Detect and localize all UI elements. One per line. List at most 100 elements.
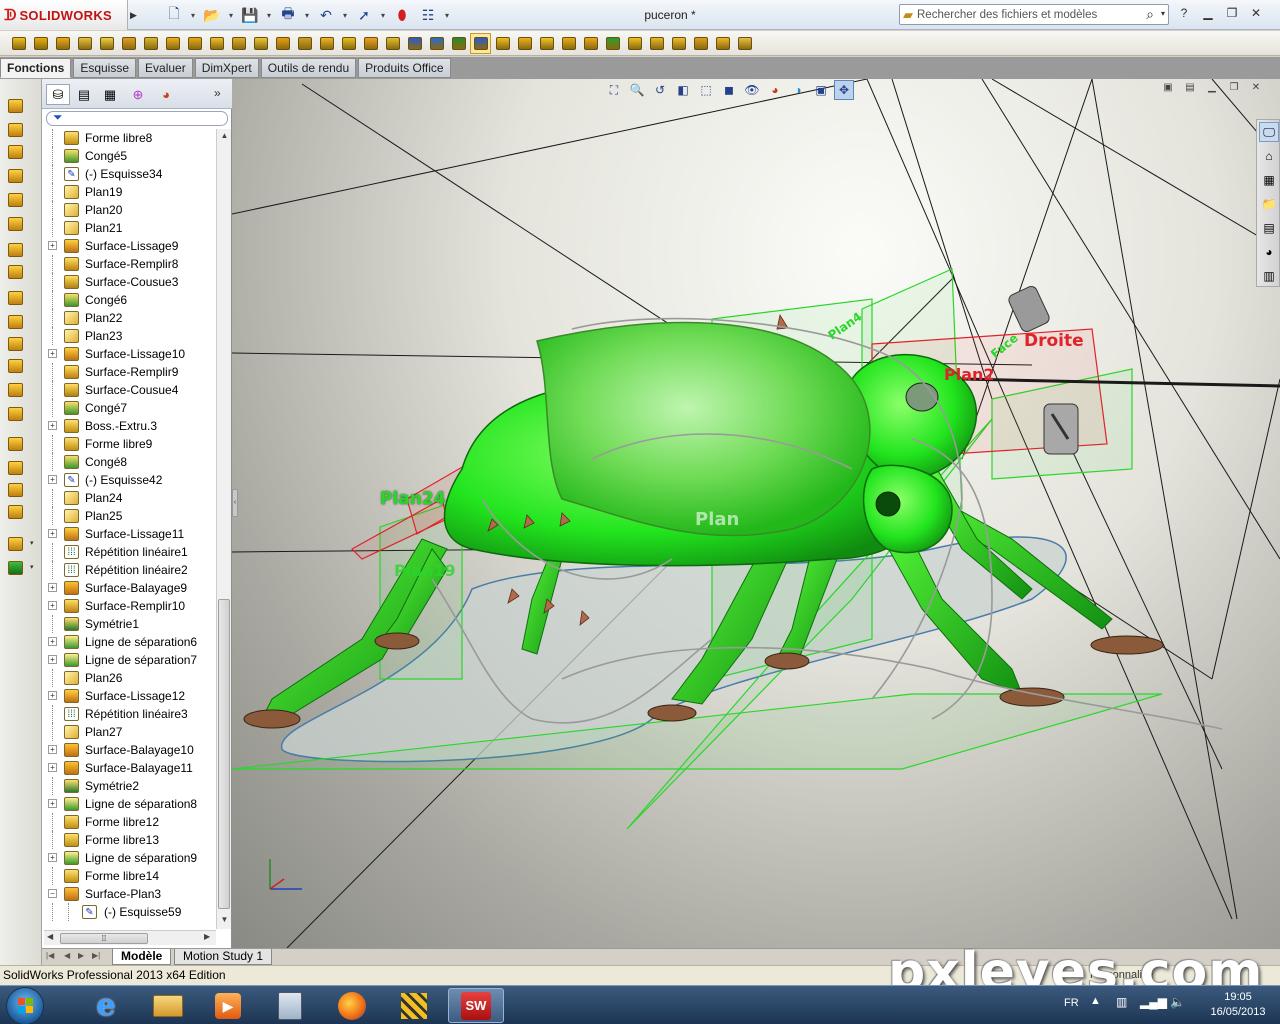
scroll-up-icon[interactable]: ▲ [219, 131, 230, 143]
minimize-icon[interactable]: ▁ [1199, 4, 1217, 22]
cascade-icon[interactable]: ▤ [1182, 79, 1198, 95]
tree-item[interactable]: Plan27 [42, 723, 216, 741]
cut-with-surface-icon[interactable] [5, 503, 25, 521]
expand-icon[interactable]: + [48, 763, 57, 772]
display-style-icon[interactable]: ◼ [719, 80, 739, 100]
pixel-app-icon[interactable] [386, 988, 442, 1023]
fill-surface-icon[interactable] [5, 215, 25, 233]
extruded-boss-icon[interactable] [8, 33, 29, 54]
chevron-down-icon[interactable]: ▾ [378, 4, 388, 26]
graphics-area[interactable]: Plan24 Plan19 Plan Plan4 Plan2 Droite Fa… [232, 79, 1280, 948]
start-button[interactable] [6, 987, 44, 1024]
plane-label-plan24[interactable]: Plan24 [380, 489, 446, 509]
volume-icon[interactable]: 🔈 [1170, 995, 1185, 1009]
signal-icon[interactable]: ▂▄▆ [1140, 995, 1167, 1009]
tree-item[interactable]: Surface-Remplir9 [42, 363, 216, 381]
surface-revolve-icon[interactable] [514, 33, 535, 54]
tree-item[interactable]: Plan24 [42, 489, 216, 507]
extrude-surface-icon[interactable] [5, 97, 25, 115]
tab-outils-de-rendu[interactable]: Outils de rendu [260, 58, 357, 78]
tree-item[interactable]: + Surface-Lissage9 [42, 237, 216, 255]
replace-face-icon[interactable] [5, 335, 25, 353]
tree-item[interactable]: Congé5 [42, 147, 216, 165]
save-icon[interactable]: 💾 [238, 4, 262, 26]
planar-surface-icon[interactable] [624, 33, 645, 54]
plane-label-plan2[interactable]: Plan2 [944, 365, 995, 384]
tree-item[interactable]: Forme libre8 [42, 129, 216, 147]
expand-icon[interactable]: + [48, 241, 57, 250]
tab-fonctions[interactable]: Fonctions [0, 58, 72, 78]
untrim-surface-icon[interactable] [5, 405, 25, 423]
chevron-down-icon[interactable]: ▾ [340, 4, 350, 26]
appearances-icon[interactable]: ◕ [1259, 242, 1279, 262]
tree-item[interactable]: ✎ (-) Esquisse34 [42, 165, 216, 183]
swept-boss-icon[interactable] [52, 33, 73, 54]
collapse-panel-icon[interactable]: » [214, 86, 221, 100]
instant3d-icon[interactable] [470, 32, 491, 54]
scroll-left-icon[interactable]: ◀ [47, 932, 53, 941]
tree-item[interactable]: + Ligne de séparation8 [42, 795, 216, 813]
tree-item[interactable]: + Surface-Balayage9 [42, 579, 216, 597]
apply-scene-icon[interactable]: ◑ [788, 80, 808, 100]
chevron-down-icon[interactable]: ▾ [226, 4, 236, 26]
display-manager-tab-icon[interactable]: ◕ [154, 84, 178, 105]
tab-model[interactable]: Modèle [112, 949, 172, 965]
tab-produits-office[interactable]: Produits Office [358, 58, 451, 78]
menu-expand-icon[interactable]: ▶ [130, 0, 138, 30]
sweep-surface-icon[interactable] [5, 143, 25, 161]
view-palette-icon[interactable]: ▤ [1259, 218, 1279, 238]
chevron-down-icon[interactable]: ▾ [1161, 9, 1165, 18]
expand-icon[interactable]: + [48, 529, 57, 538]
knit-icon[interactable] [5, 435, 25, 453]
tree-item[interactable]: ✎ (-) Esquisse59 [42, 903, 216, 921]
expand-icon[interactable]: + [48, 799, 57, 808]
tree-item[interactable]: + Surface-Lissage11 [42, 525, 216, 543]
chevron-down-icon[interactable]: ▾ [302, 4, 312, 26]
chevron-down-icon[interactable]: ▾ [30, 563, 34, 571]
thicken-cut-icon[interactable] [5, 481, 25, 499]
tile-icon[interactable]: ▣ [1160, 79, 1176, 95]
chevron-down-icon[interactable]: ▾ [442, 4, 452, 26]
tab-esquisse[interactable]: Esquisse [73, 58, 137, 78]
expand-icon[interactable]: + [48, 853, 57, 862]
tab-motion-study[interactable]: Motion Study 1 [174, 949, 273, 965]
section-view-icon[interactable]: ◧ [673, 80, 693, 100]
revolved-boss-icon[interactable] [30, 33, 51, 54]
reference-geometry-icon[interactable] [426, 33, 447, 54]
tree-item[interactable]: Congé6 [42, 291, 216, 309]
hole-wizard-icon[interactable] [140, 33, 161, 54]
edit-appearance-icon[interactable]: ◕ [765, 80, 785, 100]
select-pointer-icon[interactable]: ➚ [352, 4, 376, 26]
tree-item[interactable]: ⁞⁞⁞ Répétition linéaire3 [42, 705, 216, 723]
expand-icon[interactable]: + [48, 583, 57, 592]
plane-label-plan19[interactable]: Plan19 [394, 561, 456, 580]
internet-explorer-icon[interactable]: e [78, 988, 134, 1023]
close-icon[interactable]: ✕ [1248, 79, 1264, 95]
dimxpert-tab-icon[interactable]: ⊕ [126, 84, 150, 105]
expand-icon[interactable]: + [48, 655, 57, 664]
extend-surface-icon[interactable] [5, 357, 25, 375]
expand-icon[interactable]: + [48, 475, 57, 484]
panel-splitter-handle[interactable]: ‹ [232, 489, 238, 517]
last-tab-icon[interactable]: ▶| [92, 951, 100, 960]
linear-pattern-icon[interactable] [272, 33, 293, 54]
swept-cut-icon[interactable] [184, 33, 205, 54]
tree-item[interactable]: Plan25 [42, 507, 216, 525]
tree-item[interactable]: Congé7 [42, 399, 216, 417]
hide-show-items-icon[interactable]: 👁 [742, 80, 762, 100]
revolve-surface-icon[interactable] [5, 121, 25, 139]
tree-item[interactable]: + Ligne de séparation9 [42, 849, 216, 867]
radiate-surface-icon[interactable] [5, 289, 25, 307]
scrollbar-thumb[interactable]: ⁞⁞ [60, 933, 148, 944]
tree-item[interactable]: Forme libre12 [42, 813, 216, 831]
tree-item[interactable]: + Surface-Balayage11 [42, 759, 216, 777]
tree-item[interactable]: + Boss.-Extru.3 [42, 417, 216, 435]
freeform-icon[interactable] [5, 535, 25, 553]
previous-view-icon[interactable]: ↺ [650, 80, 670, 100]
surface-boundary-icon[interactable] [580, 33, 601, 54]
ruled-surface-icon[interactable] [668, 33, 689, 54]
file-explorer-icon[interactable]: 📁 [1259, 194, 1279, 214]
tree-item[interactable]: Forme libre9 [42, 435, 216, 453]
new-document-icon[interactable]: 🗋 [162, 4, 186, 26]
expand-icon[interactable]: + [48, 745, 57, 754]
